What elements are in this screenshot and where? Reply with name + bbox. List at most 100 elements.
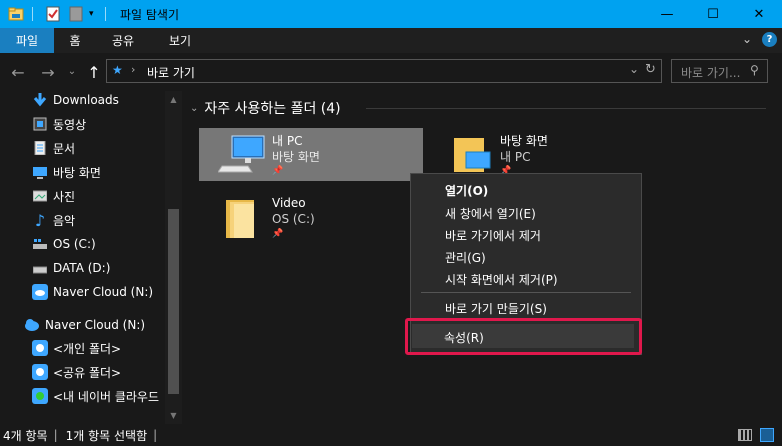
minimize-button[interactable]: — xyxy=(644,0,690,28)
back-arrow-icon[interactable]: ← xyxy=(8,63,28,82)
explorer-folder-icon[interactable] xyxy=(8,6,24,22)
address-bar[interactable]: ★ › 바로 가기 ⌄ ↻ xyxy=(106,59,662,83)
sidebar-item-label: <공유 폴더> xyxy=(53,365,122,380)
menu-separator xyxy=(421,292,631,293)
collapse-chevron-icon[interactable]: ⌄ xyxy=(190,103,198,114)
sidebar-item-videos[interactable]: 동영상 xyxy=(32,113,86,135)
maximize-button[interactable]: ☐ xyxy=(690,0,736,28)
refresh-icon[interactable]: ↻ xyxy=(645,62,656,77)
toolbar-divider xyxy=(32,7,33,21)
sidebar-item-label: <개인 폴더> xyxy=(53,341,122,356)
sidebar-item-naver-cloud-drive[interactable]: Naver Cloud (N:) xyxy=(32,281,153,303)
tile-name: Video xyxy=(272,196,306,210)
tab-share[interactable]: 공유 xyxy=(96,28,150,53)
sidebar-item-label: 음악 xyxy=(53,213,76,228)
ribbon-tabs: 파일 홈 공유 보기 ⌄ ? xyxy=(0,28,782,53)
selected-count: 1개 항목 선택함 xyxy=(65,428,148,443)
sidebar-item-label: <내 네이버 클라우드 xyxy=(53,389,160,404)
close-icon: ✕ xyxy=(753,6,765,22)
tile-name: 내 PC xyxy=(272,134,303,148)
minimize-icon: — xyxy=(660,6,674,22)
search-icon: ⚲ xyxy=(750,63,759,77)
quick-access-star-icon: ★ xyxy=(112,63,123,77)
breadcrumb-quick-access[interactable]: 바로 가기 xyxy=(147,64,195,81)
menu-item-create-shortcut[interactable]: 바로 가기 만들기(S) xyxy=(445,300,547,317)
sidebar-item-shared-folder[interactable]: <공유 폴더> xyxy=(32,361,121,383)
cloud-folder-icon xyxy=(32,340,48,356)
tab-view[interactable]: 보기 xyxy=(150,28,210,53)
maximize-icon: ☐ xyxy=(707,6,719,22)
details-view-icon[interactable] xyxy=(738,429,752,441)
close-button[interactable]: ✕ xyxy=(736,0,782,28)
sidebar-item-music[interactable]: ♪ 음악 xyxy=(32,209,75,231)
search-box[interactable]: 바로 가기... ⚲ xyxy=(671,59,768,83)
drive-icon xyxy=(32,260,48,276)
sidebar-item-drive-c[interactable]: OS (C:) xyxy=(32,233,96,255)
up-arrow-icon[interactable]: ↑ xyxy=(84,63,104,82)
search-placeholder: 바로 가기... xyxy=(681,66,741,80)
sidebar-item-label: 바탕 화면 xyxy=(53,165,101,180)
customize-dropdown-icon[interactable]: ▾ xyxy=(89,6,99,22)
quick-access-toolbar: ▾ xyxy=(0,0,110,28)
sidebar-item-label: DATA (D:) xyxy=(53,261,111,275)
toolbar-divider xyxy=(105,7,106,21)
pin-icon[interactable]: 📌 xyxy=(272,229,283,239)
new-folder-icon[interactable] xyxy=(69,6,85,22)
sidebar-scroll-thumb[interactable] xyxy=(168,209,179,394)
computer-icon xyxy=(217,132,266,179)
tile-location: 바탕 화면 xyxy=(272,150,320,164)
title-bar: ▾ 파일 탐색기 — ☐ ✕ xyxy=(0,0,782,28)
cloud-folder-icon xyxy=(32,364,48,380)
menu-item-open[interactable]: 열기(O) xyxy=(445,182,488,199)
window-title: 파일 탐색기 xyxy=(120,7,180,22)
scroll-down-icon[interactable]: ▼ xyxy=(165,407,182,424)
navigation-pane: Downloads 동영상 문서 바탕 화면 사진 ♪ 음악 OS (C:) D… xyxy=(0,91,182,424)
windows-drive-icon xyxy=(32,236,48,252)
music-note-icon: ♪ xyxy=(34,210,46,230)
cloud-icon xyxy=(24,317,40,333)
tab-home[interactable]: 홈 xyxy=(54,28,96,53)
sidebar-item-my-naver-cloud[interactable]: <내 네이버 클라우드 xyxy=(32,385,159,407)
sidebar-item-personal-folder[interactable]: <개인 폴더> xyxy=(32,337,121,359)
tile-name: 바탕 화면 xyxy=(500,134,548,148)
group-title: 자주 사용하는 폴더 (4) xyxy=(204,101,341,117)
item-count: 4개 항목 xyxy=(3,428,48,443)
sidebar-item-label: Downloads xyxy=(53,93,119,107)
sidebar-item-pictures[interactable]: 사진 xyxy=(32,185,75,207)
sidebar-item-documents[interactable]: 문서 xyxy=(32,137,75,159)
menu-item-unpin-start[interactable]: 시작 화면에서 제거(P) xyxy=(445,271,558,288)
menu-item-manage[interactable]: 관리(G) xyxy=(445,249,486,266)
cloud-folder-green-icon xyxy=(32,388,48,404)
help-icon[interactable]: ? xyxy=(762,32,777,47)
menu-item-open-new-window[interactable]: 새 창에서 열기(E) xyxy=(445,205,536,222)
pin-icon[interactable]: 📌 xyxy=(272,166,283,176)
pictures-icon xyxy=(32,188,48,204)
tile-location: OS (C:) xyxy=(272,212,315,226)
status-bar: 4개 항목 | 1개 항목 선택함 | xyxy=(0,424,782,446)
address-history-dropdown-icon[interactable]: ⌄ xyxy=(629,62,639,76)
breadcrumb-separator-icon: › xyxy=(131,63,136,76)
status-divider: | xyxy=(153,428,158,442)
tab-file[interactable]: 파일 xyxy=(0,28,54,53)
recent-locations-icon[interactable]: ⌄ xyxy=(62,66,82,77)
menu-item-remove-quick-access[interactable]: 바로 가기에서 제거 xyxy=(445,227,541,244)
highlight-box xyxy=(405,318,642,355)
forward-arrow-icon[interactable]: → xyxy=(38,63,58,82)
sidebar-item-label: 사진 xyxy=(53,189,76,204)
sidebar-item-naver-cloud[interactable]: Naver Cloud (N:) xyxy=(24,314,145,336)
sidebar-item-drive-d[interactable]: DATA (D:) xyxy=(32,257,110,279)
ribbon-expand-icon[interactable]: ⌄ xyxy=(742,32,752,46)
desktop-icon xyxy=(32,164,48,180)
sidebar-item-label: OS (C:) xyxy=(53,237,96,251)
sidebar-item-label: 동영상 xyxy=(53,117,87,132)
download-arrow-icon xyxy=(32,92,48,108)
sidebar-item-label: 문서 xyxy=(53,141,76,156)
sidebar-item-desktop[interactable]: 바탕 화면 xyxy=(32,161,101,183)
scroll-up-icon[interactable]: ▲ xyxy=(165,91,182,108)
properties-check-icon[interactable] xyxy=(45,6,61,22)
group-header[interactable]: ⌄ 자주 사용하는 폴더 (4) xyxy=(190,97,341,119)
sidebar-item-label: Naver Cloud (N:) xyxy=(53,285,154,299)
sidebar-item-downloads[interactable]: Downloads xyxy=(32,91,119,111)
large-icons-view-icon[interactable] xyxy=(760,428,774,442)
film-icon xyxy=(32,116,48,132)
